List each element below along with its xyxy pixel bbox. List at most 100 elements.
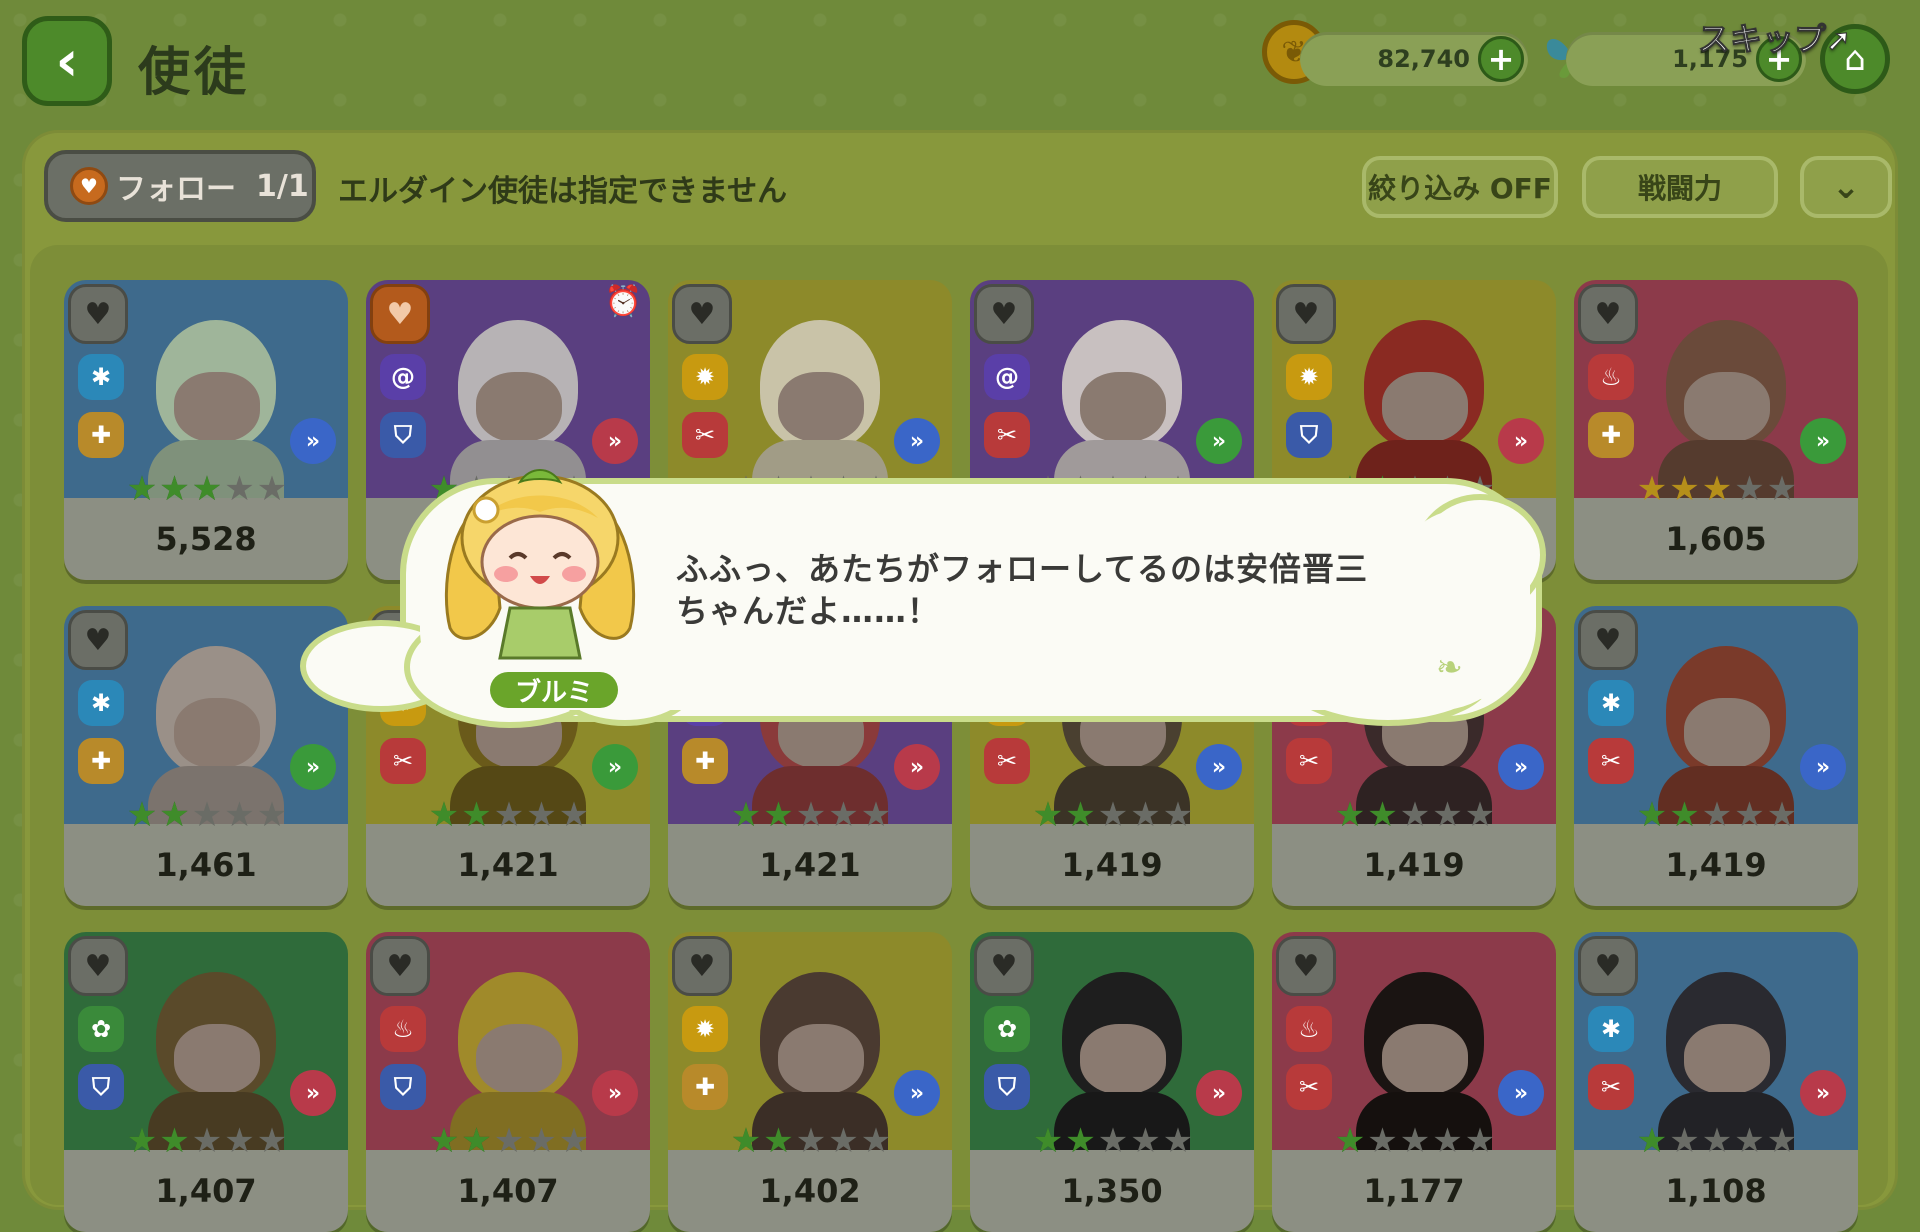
servant-face <box>778 1024 864 1094</box>
follow-label: フォロー <box>116 172 236 207</box>
skip-arrow-icon: ➚ <box>1826 23 1852 59</box>
sun-icon: ✹ <box>682 354 728 400</box>
favorite-heart-icon[interactable]: ♥ <box>370 936 430 996</box>
double-chevron-down-icon: ⌄ <box>1831 167 1861 207</box>
dialog-line-2: ちゃんだよ……！ <box>676 592 941 630</box>
cross-icon: ✚ <box>682 1064 728 1110</box>
combat-power: 1,419 <box>1574 824 1858 906</box>
servant-card[interactable]: ♥ ♨ ✚» 1,605 ★ ★ ★ ★ ★ <box>1574 280 1858 580</box>
favorite-heart-icon[interactable]: ♥ <box>672 284 732 344</box>
favorite-heart-icon[interactable]: ♥ <box>68 610 128 670</box>
add-gold-button[interactable]: + <box>1478 36 1524 82</box>
chevron-right-icon: » <box>1498 744 1544 790</box>
star-filled-icon: ★ <box>1669 469 1700 509</box>
star-rating: ★★★★★ <box>112 1124 302 1158</box>
combat-power: 1,402 <box>668 1150 952 1232</box>
favorite-heart-icon[interactable]: ♥ <box>1578 284 1638 344</box>
servant-card[interactable]: ♥ ♨ ⛉» 1,407 ★ ★ ★ ★ ★ <box>366 932 650 1232</box>
servant-card[interactable]: ♥ ♨ ✂» 1,177 ★ ★ ★ ★ ★ <box>1272 932 1556 1232</box>
servant-face <box>1684 698 1770 768</box>
star-filled-icon: ★ <box>1367 795 1398 835</box>
servant-card[interactable]: ♥ ✿ ⛉» 1,407 ★ ★ ★ ★ ★ <box>64 932 348 1232</box>
star-empty-icon: ★ <box>860 795 892 835</box>
star-empty-icon: ★ <box>526 795 557 835</box>
star-filled-icon: ★ <box>1032 795 1064 835</box>
star-rating: ★★★★★ <box>1018 1124 1208 1158</box>
star-filled-icon: ★ <box>126 469 158 509</box>
notice-text: エルダイン使徒は指定できません <box>338 174 788 209</box>
servant-card[interactable]: ♥ ✱ ✚» 5,528 ★ ★ ★ ★ ★ <box>64 280 348 580</box>
star-filled-icon: ★ <box>461 1121 492 1161</box>
favorite-heart-icon[interactable]: ♥ <box>68 284 128 344</box>
snowflake-icon: ✱ <box>78 354 124 400</box>
combat-power: 1,177 <box>1272 1150 1556 1232</box>
star-filled-icon: ★ <box>126 795 158 835</box>
sort-order-button[interactable]: ⌄ <box>1800 156 1892 218</box>
skip-button[interactable]: スキップ➚ <box>1697 14 1852 60</box>
favorite-heart-icon[interactable]: ♥ <box>672 936 732 996</box>
star-empty-icon: ★ <box>1162 795 1194 835</box>
favorite-heart-icon[interactable]: ♥ <box>974 936 1034 996</box>
favorite-heart-icon[interactable]: ♥ <box>1276 284 1336 344</box>
favorite-heart-icon[interactable]: ♥ <box>1578 936 1638 996</box>
dialog-text[interactable]: ふふっ、あたちがフォローしてるのは安倍晋三 ちゃんだよ……！ <box>676 548 1436 632</box>
gold-counter: 82,740 + <box>1300 32 1528 86</box>
star-filled-icon: ★ <box>1636 795 1668 835</box>
favorite-heart-icon[interactable]: ♥ <box>1578 610 1638 670</box>
shield-icon: ⛉ <box>984 1064 1030 1110</box>
shield-icon: ⛉ <box>380 1064 426 1110</box>
cross-icon: ✚ <box>682 738 728 784</box>
chevron-right-icon: » <box>894 418 940 464</box>
star-empty-icon: ★ <box>1399 795 1431 835</box>
chevron-right-icon: » <box>290 1070 336 1116</box>
star-filled-icon: ★ <box>763 1121 794 1161</box>
star-empty-icon: ★ <box>558 1121 590 1161</box>
combat-power: 1,108 <box>1574 1150 1858 1232</box>
chevron-right-icon: » <box>1498 418 1544 464</box>
star-empty-icon: ★ <box>1701 795 1733 835</box>
star-filled-icon: ★ <box>461 795 492 835</box>
sort-label: 戦闘力 <box>1637 172 1722 205</box>
favorite-heart-icon[interactable]: ♥ <box>370 284 430 344</box>
follow-filter-button[interactable]: ♥ フォロー 1/1 <box>44 150 316 222</box>
star-filled-icon: ★ <box>191 469 223 509</box>
star-rating: ★★★★★ <box>1320 1124 1510 1158</box>
sort-button[interactable]: 戦闘力 <box>1582 156 1778 218</box>
servant-card[interactable]: ♥ ✱ ✚» 1,461 ★ ★ ★ ★ ★ <box>64 606 348 906</box>
servant-card[interactable]: ♥ ✱ ✂» 1,108 ★ ★ ★ ★ ★ <box>1574 932 1858 1232</box>
servant-card[interactable]: ♥ ✿ ⛉» 1,350 ★ ★ ★ ★ ★ <box>970 932 1254 1232</box>
tools-icon: ✂ <box>1286 738 1332 784</box>
star-rating: ★★★★★ <box>1018 798 1208 832</box>
star-rating: ★★★★★ <box>414 798 604 832</box>
chevron-right-icon: » <box>1196 744 1242 790</box>
combat-power: 1,350 <box>970 1150 1254 1232</box>
star-filled-icon: ★ <box>1334 1121 1366 1161</box>
combat-power: 5,528 <box>64 498 348 580</box>
combat-power: 1,421 <box>668 824 952 906</box>
servant-card[interactable]: ♥ ✹ ✚» 1,402 ★ ★ ★ ★ ★ <box>668 932 952 1232</box>
spiral-icon: @ <box>380 354 426 400</box>
tools-icon: ✂ <box>380 738 426 784</box>
star-empty-icon: ★ <box>828 795 859 835</box>
cross-icon: ✚ <box>78 412 124 458</box>
favorite-heart-icon[interactable]: ♥ <box>68 936 128 996</box>
filter-label: 絞り込み OFF <box>1368 172 1552 205</box>
favorite-heart-icon[interactable]: ♥ <box>974 284 1034 344</box>
star-empty-icon: ★ <box>224 1121 255 1161</box>
star-filled-icon: ★ <box>159 469 190 509</box>
snowflake-icon: ✱ <box>1588 1006 1634 1052</box>
servant-face <box>174 698 260 768</box>
chevron-right-icon: » <box>1800 744 1846 790</box>
servant-face <box>1382 1024 1468 1094</box>
follow-count: 1/1 <box>256 168 309 204</box>
star-filled-icon: ★ <box>1701 469 1733 509</box>
flower-icon: ✿ <box>984 1006 1030 1052</box>
star-rating: ★★★★★ <box>414 1124 604 1158</box>
favorite-heart-icon[interactable]: ♥ <box>1276 936 1336 996</box>
flower-icon: ✿ <box>78 1006 124 1052</box>
filter-toggle-button[interactable]: 絞り込み OFF <box>1362 156 1558 218</box>
back-button[interactable]: ‹ <box>22 16 112 106</box>
snowflake-icon: ✱ <box>78 680 124 726</box>
servant-face <box>1080 372 1166 442</box>
servant-card[interactable]: ♥ ✱ ✂» 1,419 ★ ★ ★ ★ ★ <box>1574 606 1858 906</box>
